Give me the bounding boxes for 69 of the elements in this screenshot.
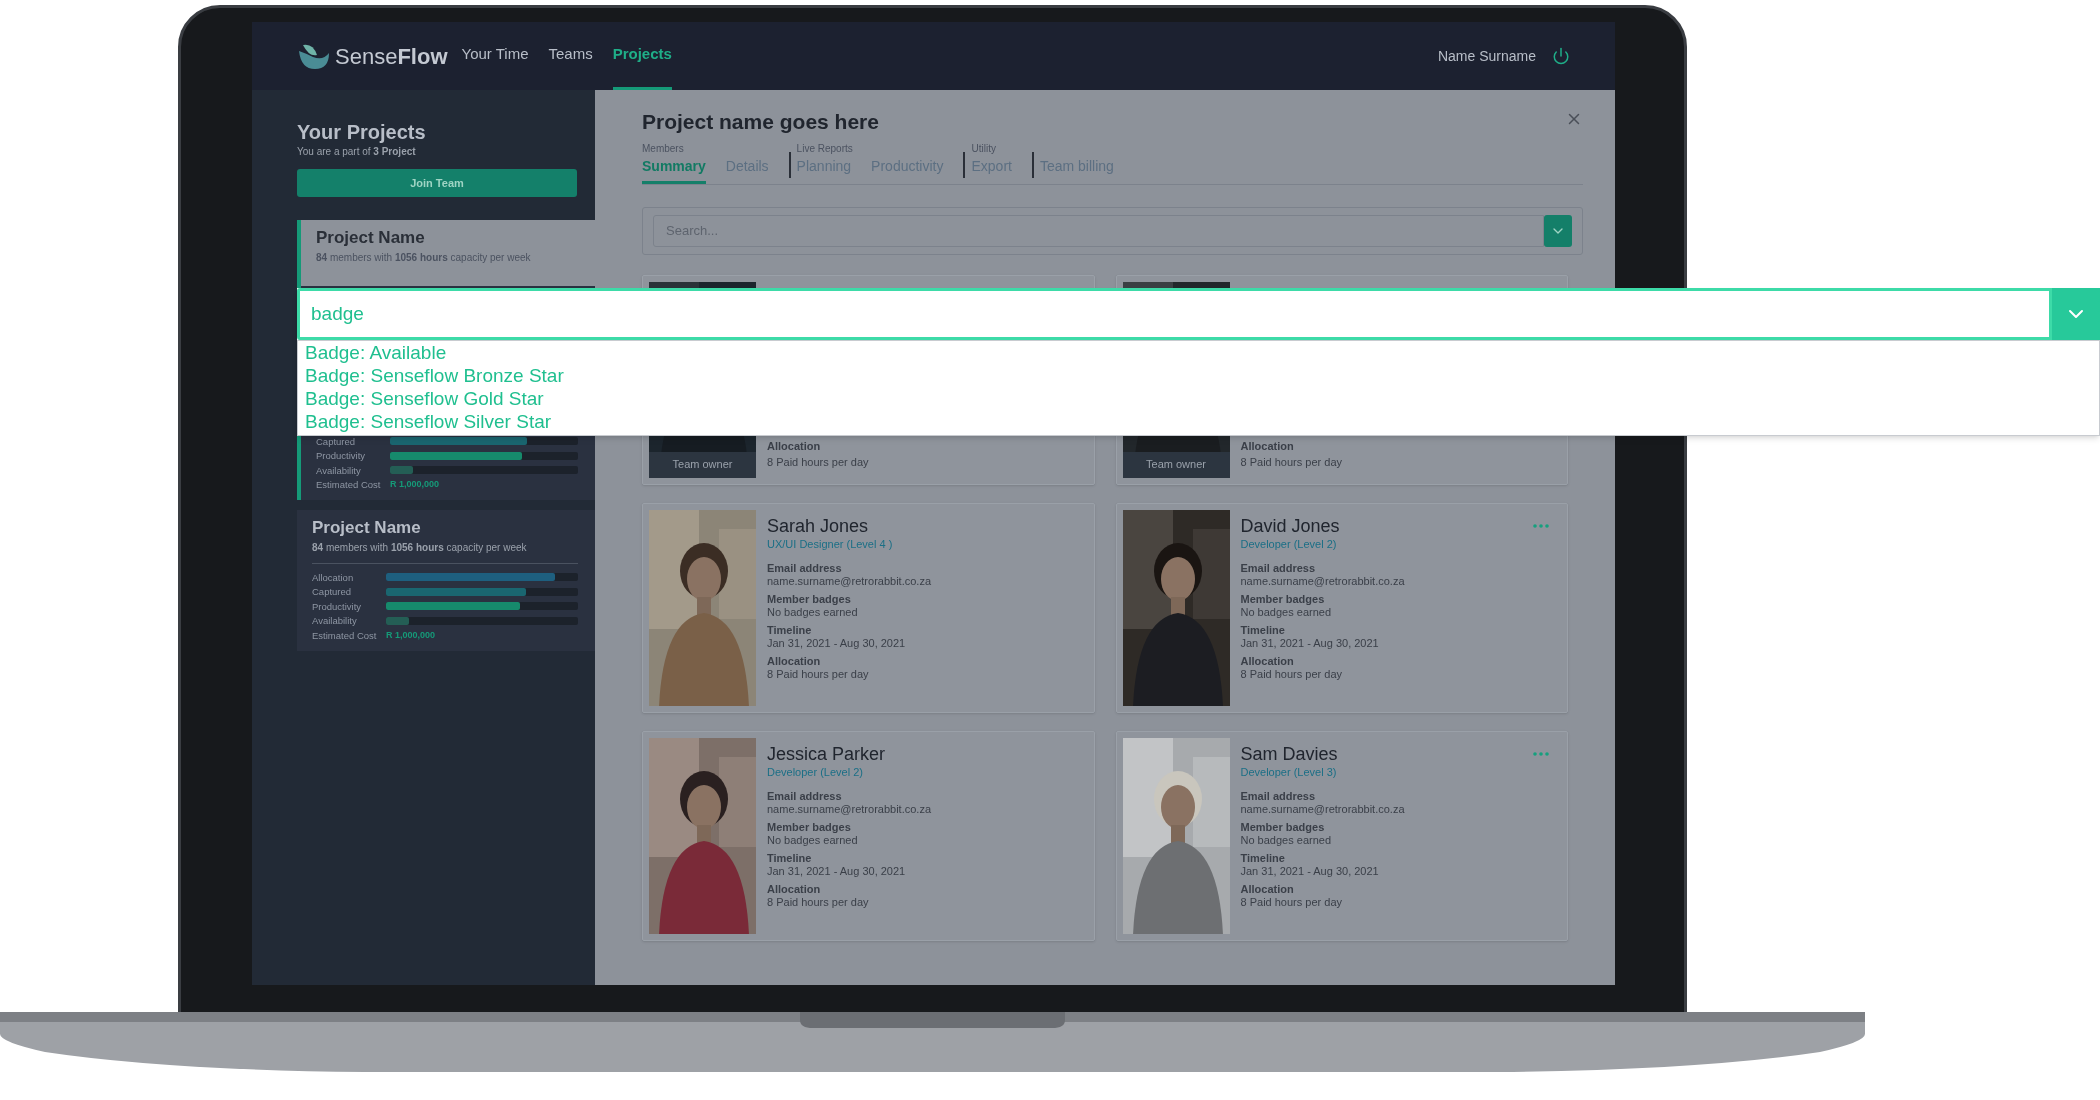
field-value: name.surname@retrorabbit.co.za [767,575,932,588]
field-label: Member badges [1240,593,1326,606]
field-label: Allocation [1240,655,1295,668]
member-role: UX/UI Designer (Level 4 ) [767,536,894,552]
field-value: 8 Paid hours per day [1240,455,1342,470]
field-value: 8 Paid hours per day [1240,668,1343,681]
field-value: No badges earned [1240,606,1332,619]
metric-label: Captured [312,587,353,597]
field-label: Allocation [767,438,822,454]
logo-text: SenseFlow [335,42,448,71]
metric-label: Availability [316,465,362,475]
field-label: Timeline [1240,624,1286,637]
field-value: Jan 31, 2021 - Aug 30, 2021 [1240,865,1380,878]
member-role: Developer (Level 3) [1240,764,1338,780]
project-name: Project Name [312,518,422,538]
tab-group-label: Members [642,141,685,155]
field-value: name.surname@retrorabbit.co.za [1240,803,1405,816]
field-label: Email address [767,562,843,575]
metric-label: Allocation [312,572,355,582]
cost-value: R 1,000,000 [386,630,436,640]
cost-value: R 1,000,000 [390,480,440,490]
field-value: name.surname@retrorabbit.co.za [1240,575,1405,588]
field-label: Timeline [767,624,813,637]
field-value: 8 Paid hours per day [767,896,870,909]
field-value: 8 Paid hours per day [1240,896,1343,909]
field-label: Member badges [767,821,852,834]
metric-label: Productivity [312,601,363,611]
member-role: Developer (Level 2) [1240,536,1338,552]
metric-label: Availability [312,616,358,626]
field-value: 8 Paid hours per day [767,668,870,681]
field-value: No badges earned [1240,834,1332,847]
cost-label: Estimated Cost [316,480,382,490]
field-label: Email address [1240,790,1317,803]
member-role: Developer (Level 2) [767,764,864,780]
owner-label: Team owner [1122,451,1230,478]
field-value: Jan 31, 2021 - Aug 30, 2021 [1240,637,1380,650]
field-value: Jan 31, 2021 - Aug 30, 2021 [767,637,907,650]
field-value: name.surname@retrorabbit.co.za [767,803,932,816]
field-label: Allocation [767,883,822,896]
field-label: Member badges [767,593,852,606]
project-summary: 84 members with 1056 hours capacity per week [316,251,532,265]
project-name: Project Name [316,228,426,248]
sidebar-title: Your Projects [297,120,427,144]
member-name: Jessica Parker [767,743,887,764]
tab-group-label: Utility [971,141,997,155]
member-name: Sam Davies [1240,743,1339,764]
cost-label: Estimated Cost [312,630,378,640]
member-name: David Jones [1240,515,1341,536]
metric-label: Productivity [316,451,367,461]
field-value: 8 Paid hours per day [767,455,869,470]
field-label: Allocation [1240,883,1295,896]
member-name: Sarah Jones [767,515,870,536]
owner-label: Team owner [649,451,756,478]
field-value: No badges earned [767,834,859,847]
tab-group-label: Live Reports [796,141,854,155]
field-label: Member badges [1240,821,1326,834]
project-title: Project name goes here [642,109,879,135]
sidebar-subtitle: You are a part of 3 Project [297,145,417,159]
project-summary: 84 members with 1056 hours capacity per week [312,541,528,555]
field-label: Timeline [767,852,813,865]
field-label: Allocation [1240,438,1295,454]
field-value: Jan 31, 2021 - Aug 30, 2021 [767,865,907,878]
field-label: Email address [1240,562,1317,575]
field-value: No badges earned [767,606,859,619]
field-label: Allocation [767,655,822,668]
metric-label: Captured [316,436,357,446]
field-label: Email address [767,790,843,803]
field-label: Timeline [1240,852,1286,865]
user-name: Name Surname [1437,46,1536,66]
